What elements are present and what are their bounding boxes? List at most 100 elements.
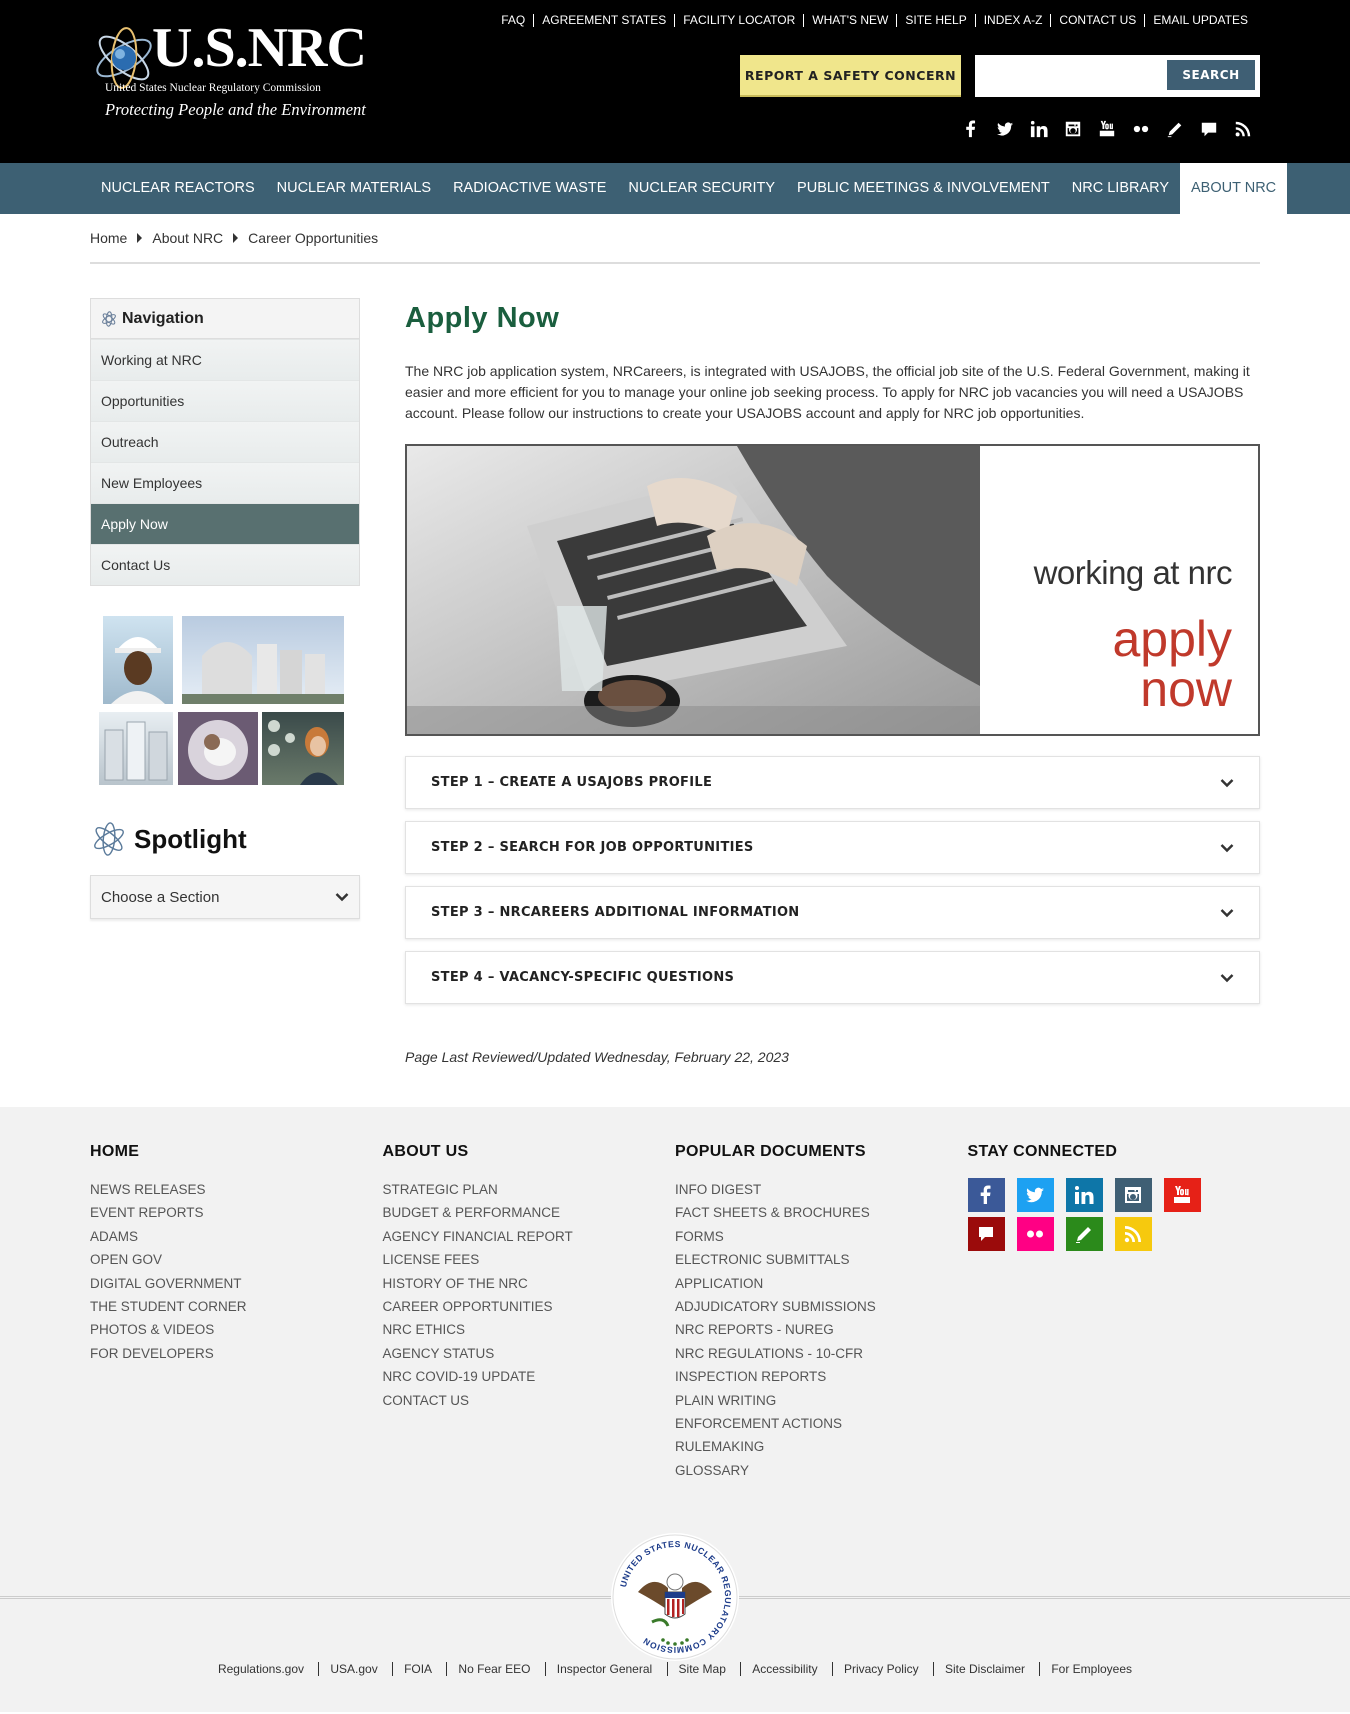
- utility-links: FAQ AGREEMENT STATES FACILITY LOCATOR WH…: [493, 14, 1256, 27]
- atom-icon: [102, 310, 116, 327]
- sidebar-item-opportunities[interactable]: Opportunities: [91, 380, 359, 421]
- footer-bottom-link[interactable]: Inspector General: [544, 1662, 664, 1677]
- breadcrumb-career-opportunities[interactable]: Career Opportunities: [248, 230, 378, 246]
- nav-about-nrc[interactable]: ABOUT NRC: [1180, 163, 1288, 214]
- footer-link[interactable]: PLAIN WRITING: [675, 1389, 968, 1412]
- report-safety-concern-button[interactable]: REPORT A SAFETY CONCERN: [740, 55, 961, 97]
- footer-link[interactable]: NRC REPORTS - NUREG: [675, 1318, 968, 1341]
- footer-link[interactable]: ADJUDICATORY SUBMISSIONS: [675, 1295, 968, 1318]
- sidebar-item-contact-us[interactable]: Contact Us: [91, 544, 359, 585]
- section-select[interactable]: Choose a Section: [90, 875, 360, 919]
- blog-icon[interactable]: [1065, 1217, 1103, 1251]
- footer-link[interactable]: ELECTRONIC SUBMITTALS: [675, 1248, 968, 1271]
- footer-link[interactable]: BUDGET & PERFORMANCE: [383, 1201, 676, 1224]
- footer-bottom-link[interactable]: USA.gov: [318, 1662, 389, 1677]
- utility-link-email-updates[interactable]: EMAIL UPDATES: [1144, 14, 1256, 27]
- nav-nrc-library[interactable]: NRC LIBRARY: [1061, 163, 1180, 214]
- comment-icon[interactable]: [1192, 118, 1226, 140]
- footer-bottom-link[interactable]: Site Disclaimer: [932, 1662, 1036, 1677]
- footer-link[interactable]: AGENCY FINANCIAL REPORT: [383, 1225, 676, 1248]
- nav-nuclear-reactors[interactable]: NUCLEAR REACTORS: [90, 163, 266, 214]
- footer-bottom-link[interactable]: For Employees: [1039, 1662, 1144, 1677]
- sidebar-item-new-employees[interactable]: New Employees: [91, 462, 359, 503]
- linkedin-icon[interactable]: [1022, 118, 1056, 140]
- footer-link[interactable]: ADAMS: [90, 1225, 383, 1248]
- footer-link[interactable]: INSPECTION REPORTS: [675, 1365, 968, 1388]
- utility-link-agreement-states[interactable]: AGREEMENT STATES: [533, 14, 674, 27]
- footer-link[interactable]: GLOSSARY: [675, 1459, 968, 1482]
- utility-link-faq[interactable]: FAQ: [493, 14, 533, 27]
- accordion-step-2[interactable]: STEP 2 – SEARCH FOR JOB OPPORTUNITIES: [405, 821, 1260, 874]
- footer-link[interactable]: HISTORY OF THE NRC: [383, 1272, 676, 1295]
- footer-link[interactable]: FOR DEVELOPERS: [90, 1342, 383, 1365]
- footer-link[interactable]: NRC REGULATIONS - 10-CFR: [675, 1342, 968, 1365]
- footer-link[interactable]: PHOTOS & VIDEOS: [90, 1318, 383, 1341]
- twitter-icon[interactable]: [1016, 1178, 1054, 1212]
- banner-working-at-nrc: working at nrc: [1033, 554, 1233, 591]
- footer-bottom-link[interactable]: Privacy Policy: [831, 1662, 930, 1677]
- linkedin-icon[interactable]: [1065, 1178, 1103, 1212]
- youtube-icon[interactable]: [1090, 118, 1124, 140]
- footer-link[interactable]: FACT SHEETS & BROCHURES: [675, 1201, 968, 1224]
- footer-link[interactable]: RULEMAKING: [675, 1435, 968, 1458]
- flickr-icon[interactable]: [1124, 118, 1158, 140]
- utility-link-whats-new[interactable]: WHAT'S NEW: [803, 14, 896, 27]
- instagram-icon[interactable]: [1056, 118, 1090, 140]
- rss-icon[interactable]: [1114, 1217, 1152, 1251]
- footer-link[interactable]: NRC COVID-19 UPDATE: [383, 1365, 676, 1388]
- accordion-step-label: STEP 2 – SEARCH FOR JOB OPPORTUNITIES: [431, 840, 754, 855]
- footer-link[interactable]: OPEN GOV: [90, 1248, 383, 1271]
- utility-link-site-help[interactable]: SITE HELP: [896, 14, 974, 27]
- footer-link[interactable]: INFO DIGEST: [675, 1178, 968, 1201]
- utility-link-facility-locator[interactable]: FACILITY LOCATOR: [674, 14, 803, 27]
- facebook-icon[interactable]: [954, 118, 988, 140]
- twitter-icon[interactable]: [988, 118, 1022, 140]
- footer-link[interactable]: NEWS RELEASES: [90, 1178, 383, 1201]
- search-input[interactable]: [983, 61, 1163, 91]
- footer-link[interactable]: FORMS: [675, 1225, 968, 1248]
- instagram-icon[interactable]: [1114, 1178, 1152, 1212]
- flickr-icon[interactable]: [1016, 1217, 1054, 1251]
- footer-bottom-link[interactable]: Accessibility: [740, 1662, 829, 1677]
- utility-link-contact-us[interactable]: CONTACT US: [1050, 14, 1144, 27]
- footer-link[interactable]: THE STUDENT CORNER: [90, 1295, 383, 1318]
- facebook-icon[interactable]: [967, 1178, 1005, 1212]
- nav-public-meetings[interactable]: PUBLIC MEETINGS & INVOLVEMENT: [786, 163, 1061, 214]
- footer-link[interactable]: EVENT REPORTS: [90, 1201, 383, 1224]
- footer-bottom-link[interactable]: No Fear EEO: [446, 1662, 542, 1677]
- blog-icon[interactable]: [1158, 118, 1192, 140]
- sidebar-item-outreach[interactable]: Outreach: [91, 421, 359, 462]
- sidebar-item-apply-now[interactable]: Apply Now: [91, 503, 359, 544]
- banner-apply-now: apply now: [1112, 614, 1232, 714]
- footer-link[interactable]: APPLICATION: [675, 1272, 968, 1295]
- accordion-step-4[interactable]: STEP 4 – VACANCY-SPECIFIC QUESTIONS: [405, 951, 1260, 1004]
- nav-nuclear-security[interactable]: NUCLEAR SECURITY: [617, 163, 786, 214]
- footer-bottom-link[interactable]: FOIA: [392, 1662, 444, 1677]
- photo-collage: [90, 616, 360, 791]
- accordion-step-3[interactable]: STEP 3 – NRCAREERS ADDITIONAL INFORMATIO…: [405, 886, 1260, 939]
- footer-bottom-link[interactable]: Regulations.gov: [207, 1662, 315, 1676]
- rss-icon[interactable]: [1226, 118, 1260, 140]
- search-button[interactable]: SEARCH: [1167, 60, 1255, 90]
- footer-link[interactable]: ENFORCEMENT ACTIONS: [675, 1412, 968, 1435]
- footer-link[interactable]: LICENSE FEES: [383, 1248, 676, 1271]
- footer-link[interactable]: AGENCY STATUS: [383, 1342, 676, 1365]
- nav-nuclear-materials[interactable]: NUCLEAR MATERIALS: [266, 163, 442, 214]
- footer-link[interactable]: CAREER OPPORTUNITIES: [383, 1295, 676, 1318]
- breadcrumb-about-nrc[interactable]: About NRC: [152, 230, 223, 246]
- utility-link-index[interactable]: INDEX A-Z: [974, 14, 1051, 27]
- footer-link[interactable]: STRATEGIC PLAN: [383, 1178, 676, 1201]
- sidebar-item-working-at-nrc[interactable]: Working at NRC: [91, 339, 359, 380]
- fuel-casks-photo: [99, 712, 173, 785]
- breadcrumb-home[interactable]: Home: [90, 230, 127, 246]
- footer-link[interactable]: CONTACT US: [383, 1389, 676, 1412]
- accordion-step-1[interactable]: STEP 1 – CREATE A USAJOBS PROFILE: [405, 756, 1260, 809]
- youtube-icon[interactable]: [1163, 1178, 1201, 1212]
- nrc-logo[interactable]: U.S.NRC United States Nuclear Regulatory…: [90, 18, 370, 128]
- footer-link[interactable]: NRC ETHICS: [383, 1318, 676, 1341]
- footer-bottom-link[interactable]: Site Map: [666, 1662, 737, 1677]
- nav-radioactive-waste[interactable]: RADIOACTIVE WASTE: [442, 163, 617, 214]
- footer-link[interactable]: DIGITAL GOVERNMENT: [90, 1272, 383, 1295]
- worker-hardhat-photo: [103, 616, 173, 704]
- comment-icon[interactable]: [967, 1217, 1005, 1251]
